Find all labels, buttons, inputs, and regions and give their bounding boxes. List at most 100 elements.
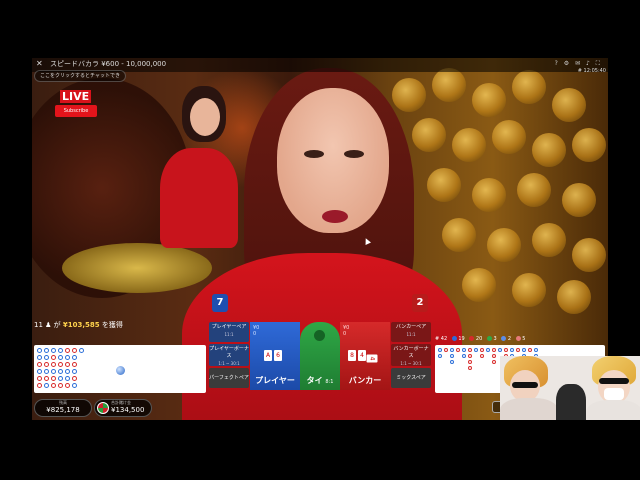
banker-pairs: 5 <box>515 336 525 342</box>
road-dot <box>468 354 472 358</box>
bet-table: プレイヤーペア 11:1 プレイヤーボーナス 1:1 ~ 30:1 パーフェクト… <box>209 322 431 390</box>
banker-bet-area[interactable]: ¥0 0 8 4 4 バンカー <box>340 322 390 390</box>
streamer-1-body <box>500 398 558 420</box>
gold-coin-decor <box>427 168 461 202</box>
gold-coin-decor <box>572 128 606 162</box>
gold-coin-decor <box>532 133 566 167</box>
road-dot <box>58 348 63 353</box>
road-dot <box>51 362 56 367</box>
settings-icon[interactable]: ⚙ <box>564 60 571 67</box>
streamer-2-body <box>586 400 640 420</box>
road-dot <box>438 348 442 352</box>
road-dot <box>72 383 77 388</box>
player-bet-label: プレイヤー <box>255 376 295 385</box>
banker-bonus-label: バンカーボーナス <box>393 346 429 359</box>
either-pair-label: ミックスペア <box>396 375 426 381</box>
winner-prefix: 11 ♟ が <box>34 321 61 329</box>
road-dot <box>516 348 520 352</box>
player-score: 7 <box>212 294 228 312</box>
road-dot <box>72 348 77 353</box>
road-dot <box>504 348 508 352</box>
gold-coin-decor <box>392 78 426 112</box>
balance-display: 残高 ¥825,178 <box>34 399 92 417</box>
dealer-eye-left <box>304 150 324 158</box>
gold-coin-decor <box>492 120 526 154</box>
road-dot <box>462 348 466 352</box>
balance-value: ¥825,178 <box>46 406 80 414</box>
banker-bonus-odds: 1:1 ~ 30:1 <box>400 361 422 366</box>
road-dot <box>37 348 42 353</box>
banker-pair-button[interactable]: バンカーペア 11:1 <box>391 322 431 342</box>
player-card-2: 6 <box>274 350 282 361</box>
winner-suffix: を獲得 <box>101 321 123 329</box>
player-pairs: 2 <box>501 336 511 342</box>
streamer-2-glasses <box>599 378 629 384</box>
either-pair-button[interactable]: ミックスペア <box>391 368 431 388</box>
banker-bet-count: 0 <box>343 331 347 337</box>
road-dot <box>44 362 49 367</box>
road-dot <box>79 348 84 353</box>
road-dot <box>480 354 484 358</box>
player-pair-button[interactable]: プレイヤーペア 11:1 <box>209 322 249 342</box>
close-icon[interactable]: ✕ <box>36 58 43 70</box>
tie-odds: 8:1 <box>325 379 334 385</box>
tie-label: タイ <box>306 376 323 385</box>
fullscreen-icon[interactable]: ⛶ <box>596 60 602 67</box>
road-dot <box>486 348 490 352</box>
gold-coin-decor <box>412 118 446 152</box>
player-wins: 19 <box>451 336 465 342</box>
road-dot <box>58 362 63 367</box>
road-dot <box>450 348 454 352</box>
dealer-lips <box>322 210 348 223</box>
banker-card-1: 8 <box>348 350 356 361</box>
chip-icon[interactable] <box>97 402 109 414</box>
gold-coin-decor <box>572 238 606 272</box>
banker-card-3: 4 <box>366 354 378 363</box>
road-dot <box>44 383 49 388</box>
player-bet-area[interactable]: ¥0 0 A 6 プレイヤー <box>250 322 300 390</box>
tie-bet-label: タイ 8:1 <box>300 375 340 386</box>
banker-pair-odds: 11:1 <box>406 332 416 337</box>
gold-coin-decor <box>487 228 521 262</box>
road-dot <box>492 348 496 352</box>
subscribe-button[interactable]: Subscribe <box>55 105 97 117</box>
road-dot <box>480 348 484 352</box>
streamer-1-glasses <box>512 382 538 388</box>
road-dot <box>492 360 496 364</box>
winner-amount: ¥103,585 <box>62 321 100 329</box>
road-dot <box>58 369 63 374</box>
perfect-pair-button[interactable]: パーフェクトペア <box>209 368 249 388</box>
road-dot <box>65 348 70 353</box>
tie-bet-area[interactable]: タイ 8:1 <box>300 322 340 390</box>
ties: 3 <box>486 336 497 342</box>
banker-bonus-button[interactable]: バンカーボーナス 1:1 ~ 30:1 <box>391 344 431 366</box>
chat-icon[interactable]: ✉ <box>575 60 582 67</box>
road-dot <box>444 348 448 352</box>
road-dot <box>462 354 466 358</box>
road-dot <box>37 383 42 388</box>
road-dot <box>72 369 77 374</box>
road-dot <box>51 383 56 388</box>
background-table <box>62 243 212 293</box>
road-dot <box>72 355 77 360</box>
road-dot <box>450 360 454 364</box>
sound-icon[interactable]: ♪ <box>586 60 592 67</box>
gold-coin-decor <box>557 280 591 314</box>
road-dot <box>510 348 514 352</box>
gold-coin-decor <box>442 218 476 252</box>
chat-input[interactable]: ここをクリックするとチャットでき <box>34 70 126 82</box>
road-dot <box>468 360 472 364</box>
player-bonus-button[interactable]: プレイヤーボーナス 1:1 ~ 30:1 <box>209 344 249 366</box>
road-dot <box>37 355 42 360</box>
streamer-2-mask <box>604 388 624 400</box>
road-dot <box>58 376 63 381</box>
road-dot <box>65 355 70 360</box>
help-icon[interactable]: ? <box>555 60 560 67</box>
road-dot <box>498 348 502 352</box>
banker-pair-label: バンカーペア <box>395 324 427 330</box>
player-bonus-odds: 1:1 ~ 30:1 <box>218 361 240 366</box>
road-dot <box>51 355 56 360</box>
gold-coin-decor <box>512 70 546 104</box>
road-dot <box>37 362 42 367</box>
gold-coin-decor <box>432 68 466 102</box>
